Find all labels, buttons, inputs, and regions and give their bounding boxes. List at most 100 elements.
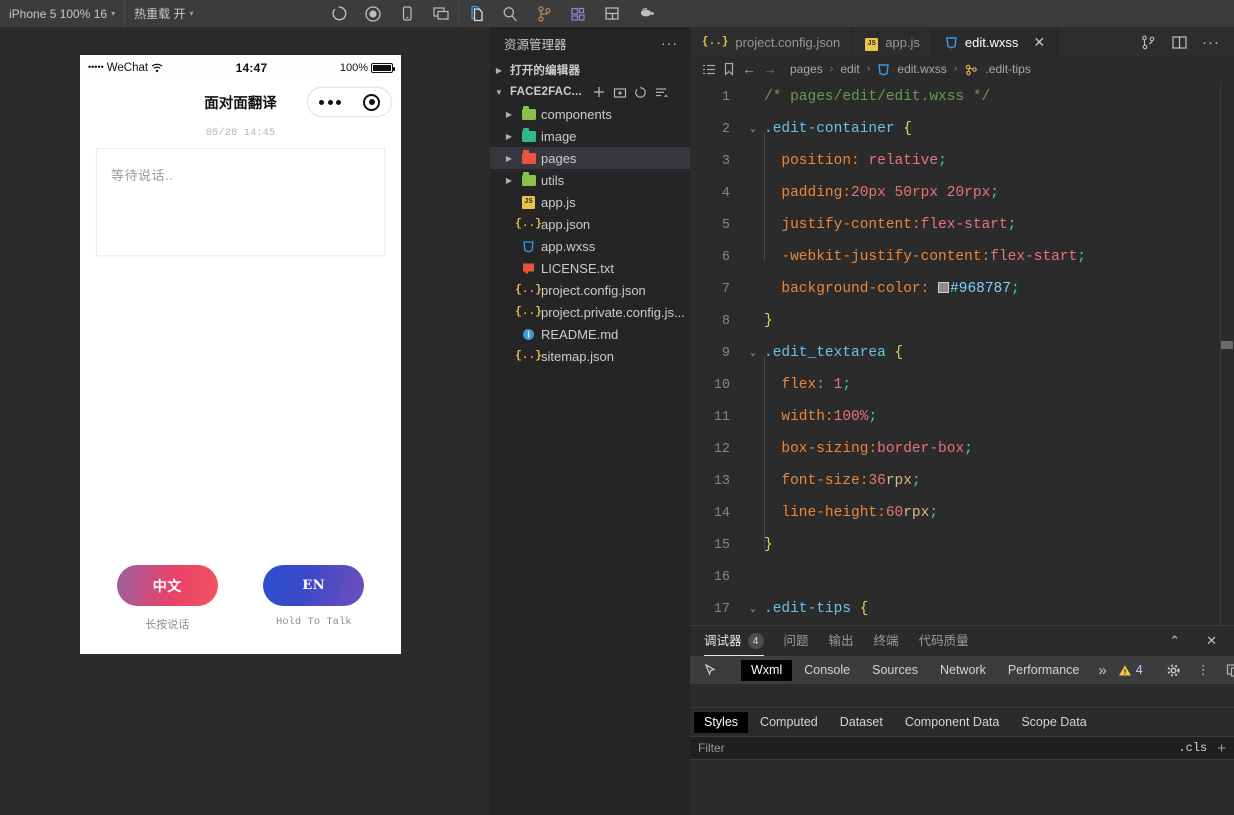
- wxss-file-icon: [945, 36, 958, 49]
- more-actions-icon[interactable]: ···: [1202, 34, 1220, 51]
- explorer-files-icon[interactable]: [459, 0, 493, 27]
- tab-app-js[interactable]: JS app.js: [853, 27, 933, 57]
- kebab-menu-icon[interactable]: ⋮: [1190, 656, 1217, 685]
- fold-chevron-icon[interactable]: ⌄: [746, 348, 760, 358]
- status-time: 14:47: [235, 60, 268, 75]
- gear-icon[interactable]: [1159, 656, 1188, 685]
- more-dots-icon[interactable]: [319, 99, 341, 105]
- warning-icon: [1118, 664, 1132, 677]
- edit-textarea[interactable]: 等待说话..: [96, 148, 385, 256]
- explorer-file-license[interactable]: LICENSE.txt: [490, 257, 690, 279]
- close-panel-icon[interactable]: ✕: [1203, 633, 1220, 649]
- new-file-icon[interactable]: [592, 85, 606, 99]
- hot-reload-select[interactable]: 热重载 开 ▾: [125, 0, 202, 27]
- devtools-tab-network[interactable]: Network: [930, 660, 996, 681]
- explorer-file-project-config[interactable]: {..} project.config.json: [490, 279, 690, 301]
- source-control-icon[interactable]: [527, 0, 561, 27]
- fold-chevron-icon[interactable]: ⌄: [746, 604, 760, 614]
- debugger-tab-code-quality[interactable]: 代码质量: [919, 626, 969, 656]
- talk-button-chinese[interactable]: 中文: [116, 565, 218, 606]
- wxml-tree-area[interactable]: [690, 685, 1234, 708]
- styles-tab-component-data[interactable]: Component Data: [895, 712, 1010, 733]
- open-editors-section[interactable]: ▶ 打开的编辑器: [490, 59, 690, 81]
- inspect-element-icon[interactable]: [696, 656, 725, 685]
- breadcrumb-item-file[interactable]: edit.wxss: [897, 62, 946, 76]
- new-folder-icon[interactable]: [613, 86, 627, 99]
- fold-chevron-icon[interactable]: ⌄: [746, 124, 760, 134]
- styles-tab-styles[interactable]: Styles: [694, 711, 749, 733]
- breadcrumb-item-edit[interactable]: edit: [840, 62, 859, 76]
- styles-filter-input[interactable]: Filter: [698, 741, 1178, 755]
- main-body: ••••• WeChat 14:47 100% 面对面翻译 05/28 14:4…: [0, 27, 1234, 815]
- debugger-tab-terminal[interactable]: 终端: [874, 626, 899, 656]
- chevron-right-icon: ▶: [505, 131, 513, 141]
- collapse-all-icon[interactable]: [654, 86, 668, 99]
- tab-project-config-json[interactable]: {..} project.config.json: [690, 27, 854, 57]
- explorer-file-sitemap[interactable]: {..} sitemap.json: [490, 345, 690, 367]
- layout-icon[interactable]: [595, 0, 629, 27]
- folder-icon: [520, 172, 537, 186]
- extensions-icon[interactable]: [561, 0, 595, 27]
- code-content[interactable]: 1 /* pages/edit/edit.wxss */ 2 ⌄ .edit-conta…: [690, 81, 1234, 625]
- explorer-file-project-private-config[interactable]: {..} project.private.config.js...: [490, 301, 690, 323]
- remote-window-icon[interactable]: [424, 0, 458, 27]
- line-number: 8: [721, 313, 730, 329]
- cls-button[interactable]: .cls: [1178, 741, 1207, 755]
- talk-button-english[interactable]: EN: [263, 565, 365, 606]
- devtools-tab-sources[interactable]: Sources: [862, 660, 928, 681]
- nav-forward-icon[interactable]: →: [763, 61, 777, 77]
- styles-tab-dataset[interactable]: Dataset: [830, 712, 893, 733]
- panel-layout-icon[interactable]: [1171, 35, 1188, 50]
- carrier-label: WeChat: [106, 61, 149, 74]
- styles-tab-scope-data[interactable]: Scope Data: [1011, 712, 1096, 733]
- nav-back-icon[interactable]: ←: [742, 61, 756, 77]
- add-rule-icon[interactable]: +: [1217, 740, 1226, 757]
- warning-indicator[interactable]: 4: [1118, 663, 1143, 677]
- explorer-folder-image[interactable]: ▶ image: [490, 125, 690, 147]
- explorer-folder-utils[interactable]: ▶ utils: [490, 169, 690, 191]
- preview-phone-icon[interactable]: [390, 0, 424, 27]
- record-icon[interactable]: [356, 0, 390, 27]
- explorer-file-app-json[interactable]: {..} app.json: [490, 213, 690, 235]
- folder-label: pages: [541, 150, 577, 166]
- outline-icon[interactable]: [702, 63, 716, 76]
- explorer-folder-pages[interactable]: ▶ pages: [490, 147, 690, 169]
- teapot-icon[interactable]: [629, 0, 663, 27]
- devtools-tab-wxml[interactable]: Wxml: [741, 659, 793, 681]
- debugger-tab-debugger[interactable]: 调试器 4: [704, 626, 764, 656]
- explorer-file-app-js[interactable]: JS app.js: [490, 191, 690, 213]
- wechat-capsule-button[interactable]: [307, 87, 392, 117]
- project-root-row[interactable]: ▼ FACE2FAC...: [490, 81, 690, 103]
- code-text: justify-content:flex-start;: [781, 217, 1017, 233]
- dock-side-icon[interactable]: [1219, 656, 1234, 685]
- color-swatch[interactable]: [938, 282, 950, 293]
- search-icon[interactable]: [493, 0, 527, 27]
- explorer-folder-components[interactable]: ▶ components: [490, 103, 690, 125]
- styles-tab-computed[interactable]: Computed: [750, 712, 828, 733]
- talk-button-row: 中文 长按说话 EN Hold To Talk: [80, 565, 401, 654]
- file-label: project.config.json: [541, 282, 646, 298]
- compile-refresh-icon[interactable]: [322, 0, 356, 27]
- simulator-device-select[interactable]: iPhone 5 100% 16 ▾: [0, 0, 124, 27]
- folder-icon: [520, 128, 537, 142]
- phone-simulator[interactable]: ••••• WeChat 14:47 100% 面对面翻译 05/28 14:4…: [80, 55, 401, 654]
- tab-edit-wxss[interactable]: edit.wxss ✕: [932, 27, 1059, 57]
- debugger-tab-output[interactable]: 输出: [829, 626, 854, 656]
- close-icon[interactable]: ✕: [1033, 34, 1045, 51]
- explorer-more-icon[interactable]: ···: [661, 35, 678, 51]
- breadcrumb-item-pages[interactable]: pages: [790, 62, 823, 76]
- more-tabs-icon[interactable]: »: [1091, 656, 1113, 685]
- split-editor-icon[interactable]: [1140, 34, 1157, 51]
- scrollbar-thumb[interactable]: [1221, 341, 1233, 349]
- breadcrumb-item-selector[interactable]: .edit-tips: [985, 62, 1030, 76]
- close-target-icon[interactable]: [363, 93, 380, 111]
- debugger-tab-problems[interactable]: 问题: [784, 626, 809, 656]
- refresh-icon[interactable]: [634, 86, 647, 99]
- collapse-panel-icon[interactable]: ⌃: [1166, 633, 1183, 649]
- devtools-tab-console[interactable]: Console: [794, 660, 860, 681]
- explorer-file-app-wxss[interactable]: app.wxss: [490, 235, 690, 257]
- bookmark-icon[interactable]: [723, 62, 735, 76]
- explorer-file-readme[interactable]: README.md: [490, 323, 690, 345]
- devtools-tab-performance[interactable]: Performance: [998, 660, 1090, 681]
- editor-vertical-scrollbar[interactable]: [1220, 81, 1234, 625]
